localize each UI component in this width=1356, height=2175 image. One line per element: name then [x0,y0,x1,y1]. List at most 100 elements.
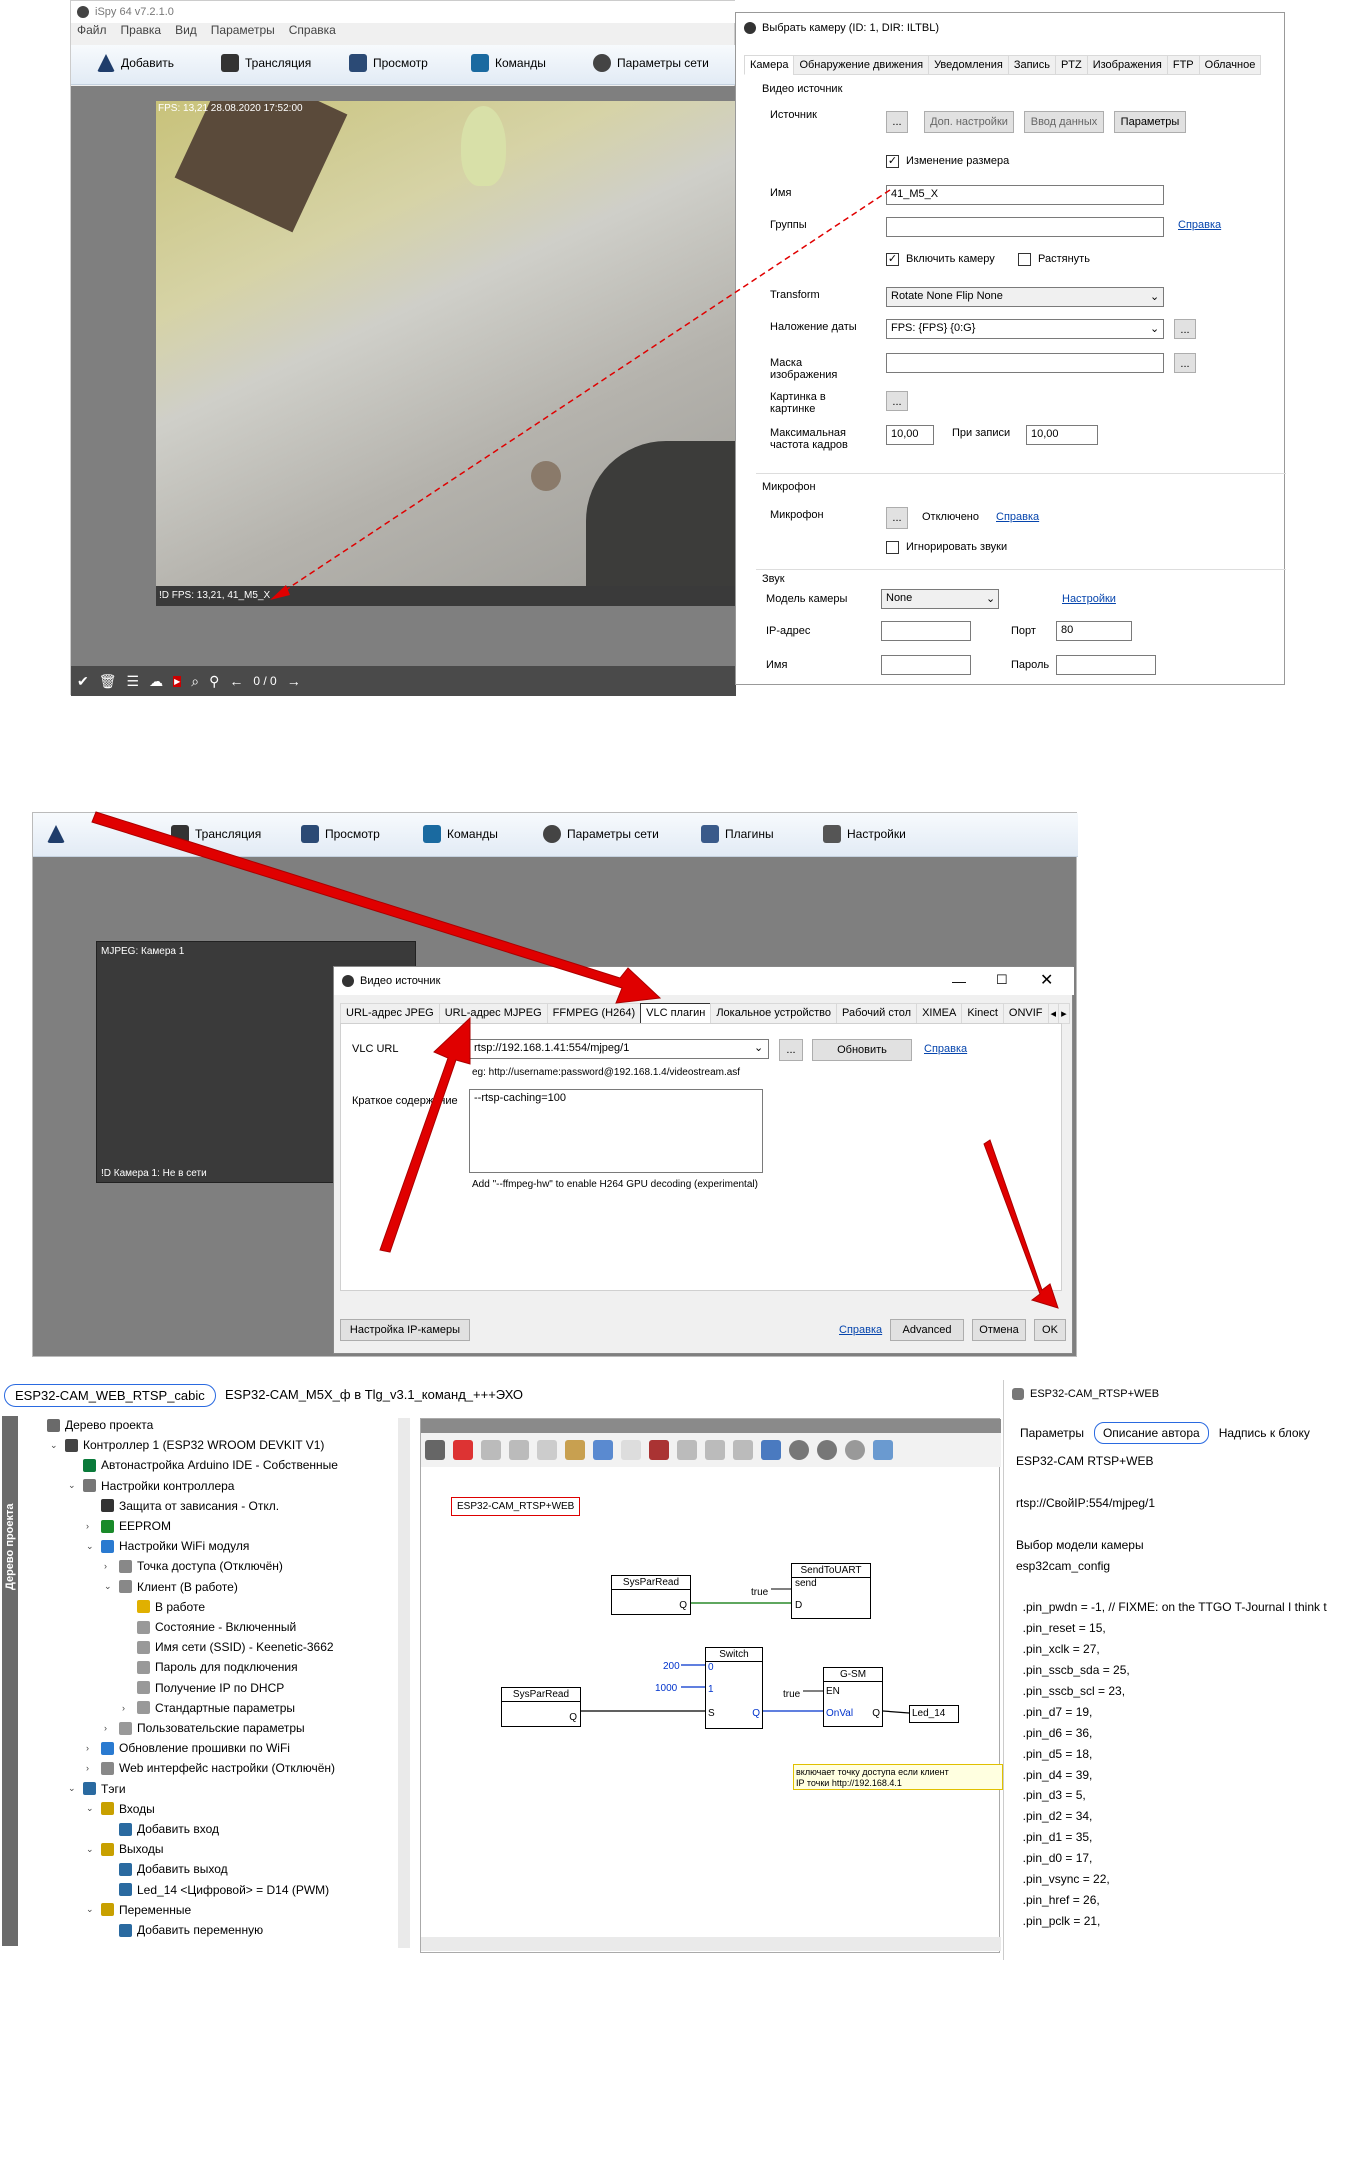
chevron-right-icon[interactable]: › [122,1703,132,1713]
tree-item-label: Тэги [101,1781,126,1796]
side-strip: Дерево проекта [2,1416,18,1946]
tree-item[interactable]: Имя сети (SSID) - Keenetic-3662 [122,1640,334,1654]
tree-item-label: Добавить выход [137,1862,228,1877]
tree-item-label: Пароль для подключения [155,1660,298,1675]
tree-item-label: Контроллер 1 (ESP32 WROOM DEVKIT V1) [83,1438,325,1453]
tree-item-icon [101,1842,114,1856]
tree-item-label: Добавить вход [137,1822,220,1836]
tree-item-icon [101,1903,114,1917]
annotation-dashed-arrow [270,189,891,600]
chevron-down-icon[interactable]: ⌄ [86,1844,96,1855]
flprog-window: ESP32-CAM_WEB_RTSP_cabic ESP32-CAM_M5X_ф… [0,1380,1356,1960]
chevron-right-icon[interactable]: › [86,1521,96,1531]
tree-item-label: Стандартные параметры [155,1700,296,1715]
ok-button[interactable]: OK [1034,1319,1066,1341]
wires [581,1588,910,1714]
description-line: rtsp://СвойIP:554/mjpeg/1 [1016,1495,1156,1510]
tree-item-icon [83,1479,96,1493]
tree-item-icon [137,1701,150,1715]
tree-item[interactable]: В работе [122,1600,205,1614]
tree-item[interactable]: › Обновление прошивки по WiFi [86,1741,290,1755]
tree-item[interactable]: Состояние - Включенный [122,1620,296,1634]
tree-item[interactable]: › Web интерфейс настройки (Отключён) [86,1761,335,1775]
chevron-right-icon[interactable]: › [104,1561,114,1571]
tree-item[interactable]: ⌄ Входы [86,1802,155,1816]
tree-item[interactable]: ⌄ Настройки WiFi модуля [86,1539,249,1553]
tree-item-label: Точка доступа (Отключён) [137,1559,283,1574]
comment-note[interactable]: включает точку доступа если клиент IP то… [793,1764,1003,1790]
tree-item-icon [119,1580,132,1594]
chevron-down-icon[interactable]: ⌄ [68,1783,78,1794]
chevron-down-icon[interactable]: ⌄ [86,1904,96,1915]
dialog-help-link[interactable]: Справка [839,1324,882,1336]
tree-item-icon [119,1822,132,1836]
tree-item-label: Дерево проекта [65,1418,154,1432]
tree-item[interactable]: ⌄ Переменные [86,1903,191,1917]
tab-parameters[interactable]: Параметры [1020,1426,1084,1440]
tree-item-label: В работе [155,1599,206,1614]
tree-item-label: EEPROM [119,1519,172,1533]
tree-item-label: Led_14 <Цифровой> = D14 (PWM) [137,1882,330,1897]
tree-item[interactable]: ⌄ Настройки контроллера [68,1479,234,1493]
project-tab-active[interactable]: ESP32-CAM_WEB_RTSP_cabic [4,1384,216,1407]
cancel-button[interactable]: Отмена [972,1319,1026,1341]
chevron-right-icon[interactable]: › [86,1763,96,1773]
advanced-button[interactable]: Advanced [890,1319,964,1341]
tree-item[interactable]: Пароль для подключения [122,1660,298,1674]
description-line: ESP32-CAM RTSP+WEB [1016,1454,1154,1468]
tree-item[interactable]: Добавить вход [104,1822,219,1836]
tree-item-icon [101,1499,114,1513]
tree-item-icon [119,1721,132,1735]
editor-area: ESP32-CAM_RTSP+WEB SysParRead Q true Sen… [420,1418,1003,1953]
tree-item-label: Настройки контроллера [101,1478,235,1493]
tree-item-icon [65,1438,78,1452]
ip-camera-setup-button[interactable]: Настройка IP-камеры [340,1319,470,1341]
tree-item-icon [137,1620,150,1634]
tree-item-label: Клиент (В работе) [137,1579,238,1594]
description-line: .pin_reset = 15, [1016,1621,1106,1636]
tree-item-label: Входы [119,1801,155,1816]
tree-item-icon [137,1681,150,1695]
tree-item[interactable]: Добавить переменную [104,1923,263,1937]
chevron-right-icon[interactable]: › [86,1743,96,1753]
chevron-down-icon[interactable]: ⌄ [50,1440,60,1451]
chevron-right-icon[interactable]: › [104,1723,114,1733]
tree-item[interactable]: ⌄ Выходы [86,1842,164,1856]
tree-item[interactable]: Led_14 <Цифровой> = D14 (PWM) [104,1883,329,1897]
tree-item[interactable]: › Пользовательские параметры [104,1721,305,1735]
annotation-red-arrows [91,811,1059,1309]
tree-item[interactable]: › Точка доступа (Отключён) [104,1559,283,1573]
tree-item[interactable]: › EEPROM [86,1519,171,1533]
tree-item[interactable]: ⌄ Клиент (В работе) [104,1580,238,1594]
tree-item[interactable]: Дерево проекта [32,1418,153,1432]
editor-hscroll[interactable] [421,1937,1001,1951]
description-line: .pin_sscb_sda = 25, [1016,1663,1130,1677]
chevron-down-icon[interactable]: ⌄ [68,1480,78,1491]
tree-item-icon [101,1519,114,1533]
tree-item[interactable]: Получение IP по DHCP [122,1681,284,1695]
description-line: .pin_pwdn = -1, // FIXME: on the TTGO T-… [1016,1600,1327,1615]
tree-item-label: Web интерфейс настройки (Отключён) [119,1761,336,1776]
tree-item-icon [101,1761,114,1775]
tree-item-icon [101,1539,114,1553]
tree-item-label: Переменные [119,1902,192,1917]
tree-item-icon [119,1883,132,1897]
project-tab-2[interactable]: ESP32-CAM_M5X_ф в Tlg_v3.1_команд_+++ЭХО [225,1387,523,1402]
tree-item-label: Обновление прошивки по WiFi [119,1741,290,1756]
chevron-down-icon[interactable]: ⌄ [104,1581,114,1592]
tab-author-description[interactable]: Описание автора [1093,1422,1209,1444]
tree-item[interactable]: ⌄ Тэги [68,1782,126,1796]
tab-block-caption[interactable]: Надпись к блоку [1219,1426,1310,1440]
description-line: Выбор модели камеры [1016,1537,1144,1552]
tree-scrollbar[interactable] [398,1418,410,1948]
tree-item[interactable]: Автонастройка Arduino IDE - Собственные [68,1458,338,1472]
tree-item[interactable]: Добавить выход [104,1862,228,1876]
tree-item[interactable]: › Стандартные параметры [122,1701,295,1715]
chevron-down-icon[interactable]: ⌄ [86,1803,96,1814]
tree-item-icon [101,1802,114,1816]
tree-item[interactable]: Защита от зависания - Откл. [86,1499,279,1513]
tree-item-label: Состояние - Включенный [155,1620,297,1634]
chevron-down-icon[interactable]: ⌄ [86,1541,96,1552]
tree-item[interactable]: ⌄ Контроллер 1 (ESP32 WROOM DEVKIT V1) [50,1438,324,1452]
block-icon [1012,1388,1024,1400]
